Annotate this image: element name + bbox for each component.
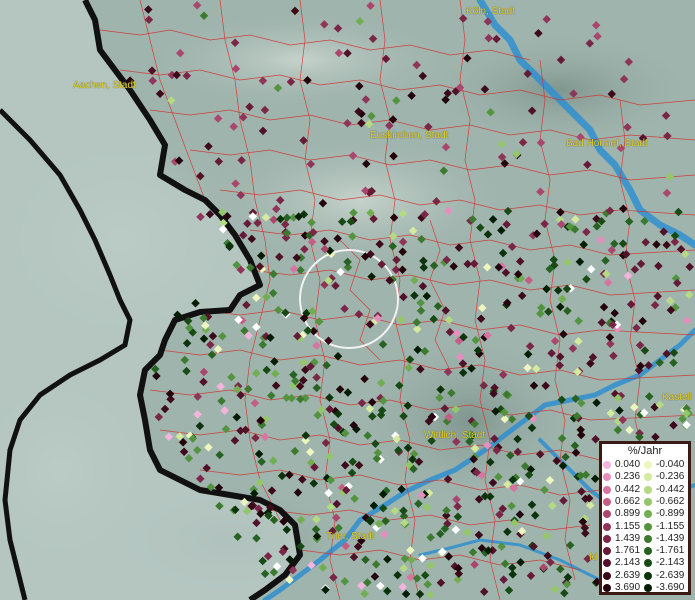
legend-swatch xyxy=(603,571,611,580)
legend-swatch xyxy=(603,473,611,482)
legend-swatch xyxy=(644,485,652,494)
city-label-id: Id xyxy=(589,552,598,563)
legend-swatch xyxy=(644,473,652,482)
city-label-trier: Trier, Stadt xyxy=(326,531,375,542)
city-label-kastell: Kastell xyxy=(662,392,693,403)
legend-swatch xyxy=(603,485,611,494)
legend-swatch xyxy=(644,559,652,568)
legend-value: -1.439 xyxy=(656,532,685,544)
legend-swatch xyxy=(603,461,611,469)
legend-value: -1.155 xyxy=(656,520,685,532)
legend-swatch xyxy=(603,534,611,543)
legend-swatch xyxy=(603,497,611,506)
legend-value: 1.155 xyxy=(615,520,641,532)
legend-swatch xyxy=(603,547,611,556)
legend-value: 0.236 xyxy=(615,471,641,483)
legend-swatch xyxy=(644,584,652,592)
legend-value: -0.662 xyxy=(656,495,685,507)
legend-swatch xyxy=(644,461,652,469)
legend-value: -2.143 xyxy=(656,557,685,569)
legend-swatch xyxy=(644,534,652,543)
color-legend: %/Jahr 0.040 0.236 0.442 0.662 0.899 1.155 1.4… xyxy=(599,441,691,595)
legend-swatch xyxy=(644,571,652,580)
legend-value: -0.899 xyxy=(656,508,685,520)
legend-swatch xyxy=(644,510,652,519)
legend-swatch xyxy=(603,522,611,531)
legend-swatch xyxy=(644,497,652,506)
city-label-euskirchen: Euskirchen, Stadt xyxy=(370,130,449,141)
legend-value: 0.040 xyxy=(615,459,641,470)
legend-value: -0.040 xyxy=(656,459,685,470)
legend-value: -3.690 xyxy=(656,582,685,593)
legend-value: 0.662 xyxy=(615,495,641,507)
legend-swatch xyxy=(644,547,652,556)
legend-value: 2.143 xyxy=(615,557,641,569)
legend-value: -0.442 xyxy=(656,483,685,495)
legend-value: -0.236 xyxy=(656,471,685,483)
legend-value: 2.639 xyxy=(615,569,641,581)
legend-value: 0.899 xyxy=(615,508,641,520)
legend-value: 1.761 xyxy=(615,545,641,557)
city-label-aachen: Aachen, Stadt xyxy=(73,80,136,91)
city-label-wittlich: Wittlich, Stadt xyxy=(424,430,486,441)
legend-value: 3.690 xyxy=(615,582,641,593)
legend-value: 0.442 xyxy=(615,483,641,495)
legend-swatch xyxy=(603,559,611,568)
legend-value: 1.439 xyxy=(615,532,641,544)
legend-value: -2.639 xyxy=(656,569,685,581)
legend-swatch xyxy=(603,510,611,519)
legend-swatch xyxy=(644,522,652,531)
city-label-bad-honnef: Bad Honnef, Stadt xyxy=(566,138,648,149)
legend-swatch xyxy=(603,584,611,592)
legend-unit: %/Jahr xyxy=(627,445,663,457)
legend-value: -1.761 xyxy=(656,545,685,557)
city-label-koeln: Köln, Stadt xyxy=(466,6,515,17)
